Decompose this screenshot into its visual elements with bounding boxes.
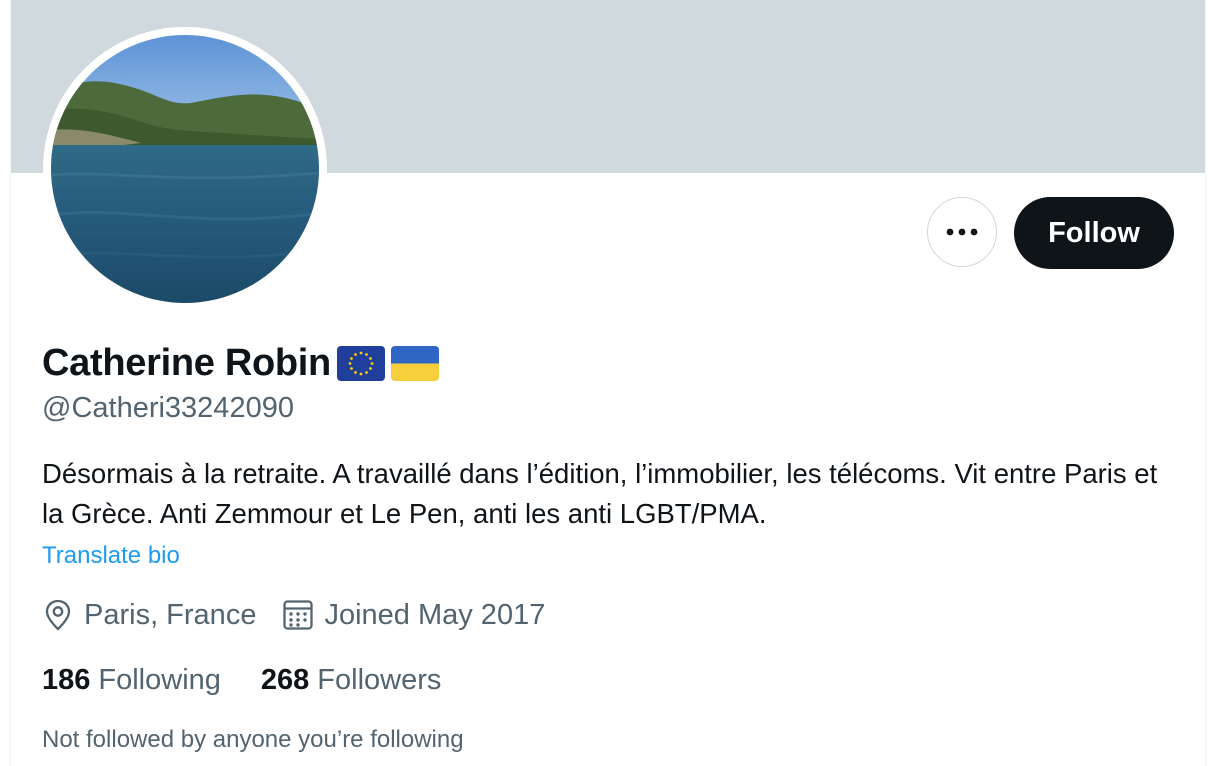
location-pin-icon — [45, 599, 71, 631]
location-text: Paris, France — [84, 598, 257, 631]
avatar[interactable] — [51, 35, 319, 303]
following-count: 186 — [42, 664, 91, 696]
location-item: Paris, France — [42, 598, 256, 632]
following-link[interactable]: 186 Following — [42, 664, 221, 697]
ukraine-flag-icon — [390, 346, 439, 381]
display-name: Catherine Robin — [42, 342, 331, 384]
joined-text: Joined May 2017 — [324, 598, 546, 631]
calendar-icon — [283, 600, 314, 630]
follow-stats: 186 Following 268 Followers — [42, 664, 481, 697]
more-options-button[interactable] — [927, 197, 997, 267]
not-followed-note: Not followed by anyone you’re following — [42, 726, 464, 753]
followers-count: 268 — [260, 664, 310, 696]
avatar-frame — [43, 27, 327, 311]
ellipsis-icon — [946, 228, 978, 236]
follow-button[interactable]: Follow — [1014, 197, 1174, 269]
followers-link[interactable]: 268 Followers — [261, 664, 441, 697]
user-handle: @Catheri33242090 — [42, 392, 294, 424]
joined-item: Joined May 2017 — [282, 599, 545, 632]
name-row: Catherine Robin — [42, 342, 439, 385]
translate-bio-link[interactable]: Translate bio — [42, 542, 180, 570]
eu-flag-icon — [336, 346, 385, 381]
following-label: Following — [98, 664, 221, 696]
profile-bio: Désormais à la retraite. A travaillé dan… — [42, 458, 1158, 529]
profile-container: Follow Catherine Robin @Catheri33242090 … — [10, 0, 1206, 766]
profile-meta: Paris, France Joined May 2017 — [42, 598, 571, 632]
followers-label: Followers — [317, 664, 442, 696]
